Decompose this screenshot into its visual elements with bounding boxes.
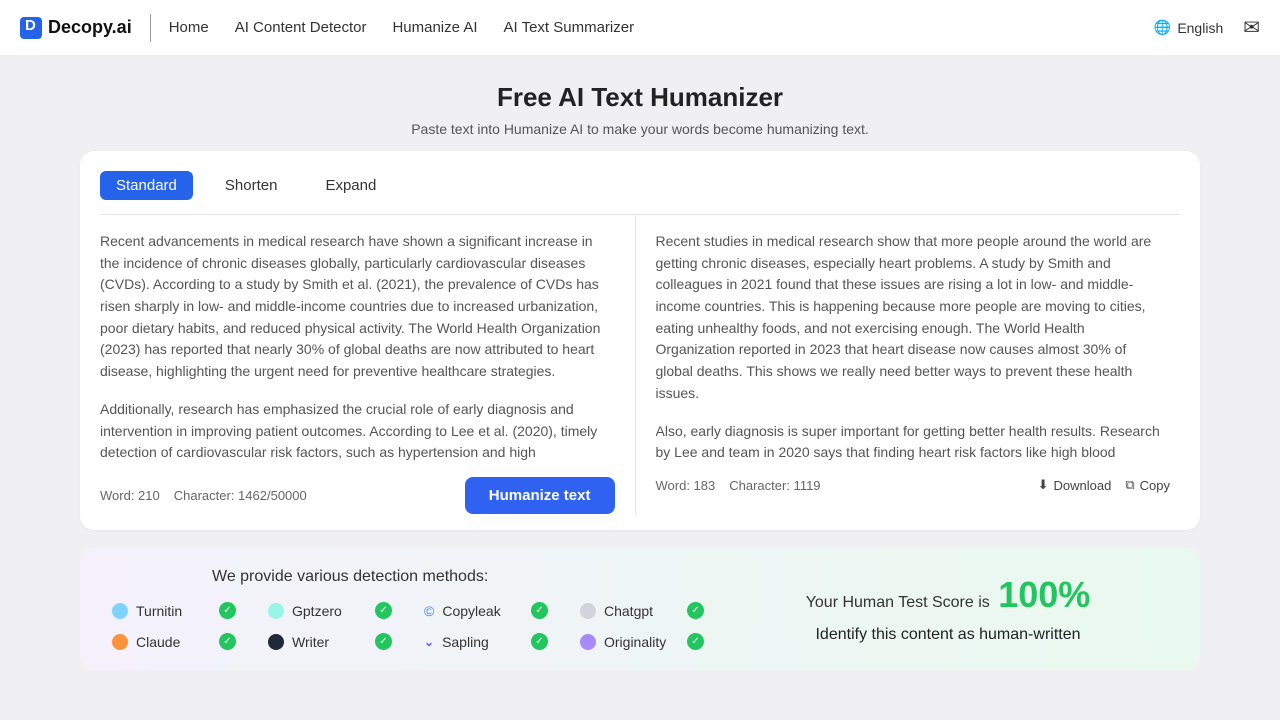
tab-standard[interactable]: Standard — [100, 171, 193, 200]
editor-card: Standard Shorten Expand Recent advanceme… — [80, 151, 1200, 530]
globe-icon: 🌐 — [1154, 19, 1171, 36]
nav-humanize[interactable]: Humanize AI — [392, 19, 477, 36]
output-panel: Recent studies in medical research show … — [636, 215, 1181, 514]
logo[interactable]: Decopy.ai — [20, 17, 132, 39]
nav-detector[interactable]: AI Content Detector — [235, 19, 367, 36]
output-paragraph: Also, early diagnosis is super important… — [656, 421, 1165, 464]
humanize-button[interactable]: Humanize text — [465, 477, 615, 514]
input-text[interactable]: Recent advancements in medical research … — [100, 231, 615, 463]
input-paragraph: Recent advancements in medical research … — [100, 231, 609, 383]
divider — [150, 14, 151, 42]
output-text[interactable]: Recent studies in medical research show … — [656, 231, 1171, 463]
nav-home[interactable]: Home — [169, 19, 209, 36]
char-count: Character: 1462/50000 — [174, 488, 307, 503]
brand-name: Decopy.ai — [48, 17, 132, 38]
output-word-count: Word: 183 — [656, 478, 716, 493]
method-writer: Writer✓ — [268, 633, 416, 650]
score-line: Your Human Test Score is 100% — [728, 574, 1168, 616]
methods-title: We provide various detection methods: — [112, 568, 728, 586]
method-originality: Originality✓ — [580, 633, 728, 650]
method-sapling: ⌄Sapling✓ — [424, 633, 572, 650]
copy-button[interactable]: ⧉ Copy — [1125, 477, 1170, 493]
download-button[interactable]: ⬇ Download — [1038, 477, 1112, 493]
mode-tabs: Standard Shorten Expand — [100, 171, 1180, 200]
logo-icon — [20, 17, 42, 39]
page-title: Free AI Text Humanizer — [0, 82, 1280, 113]
tab-expand[interactable]: Expand — [309, 171, 392, 200]
method-claude: Claude✓ — [112, 633, 260, 650]
output-char-count: Character: 1119 — [729, 478, 820, 493]
input-panel: Recent advancements in medical research … — [100, 215, 636, 514]
method-gptzero: Gptzero✓ — [268, 602, 416, 619]
nav-summarizer[interactable]: AI Text Summarizer — [504, 19, 635, 36]
word-count: Word: 210 — [100, 488, 160, 503]
download-label: Download — [1054, 478, 1112, 493]
page-subtitle: Paste text into Humanize AI to make your… — [0, 121, 1280, 137]
input-paragraph: Additionally, research has emphasized th… — [100, 399, 609, 463]
main-nav: Home AI Content Detector Humanize AI AI … — [169, 19, 634, 36]
download-icon: ⬇ — [1038, 477, 1049, 493]
score-percent: 100% — [998, 574, 1090, 615]
tab-shorten[interactable]: Shorten — [209, 171, 294, 200]
language-label: English — [1177, 20, 1223, 36]
score-card: We provide various detection methods: Tu… — [80, 548, 1200, 670]
mail-icon[interactable]: ✉ — [1243, 15, 1260, 40]
copy-icon: ⧉ — [1125, 477, 1134, 493]
language-selector[interactable]: 🌐 English — [1154, 19, 1223, 36]
output-paragraph: Recent studies in medical research show … — [656, 231, 1165, 405]
method-turnitin: Turnitin✓ — [112, 602, 260, 619]
score-label: Your Human Test Score is — [806, 594, 990, 611]
method-copyleak: ©Copyleak✓ — [424, 602, 572, 619]
copy-label: Copy — [1140, 478, 1170, 493]
score-verdict: Identify this content as human-written — [728, 626, 1168, 644]
method-chatgpt: Chatgpt✓ — [580, 602, 728, 619]
